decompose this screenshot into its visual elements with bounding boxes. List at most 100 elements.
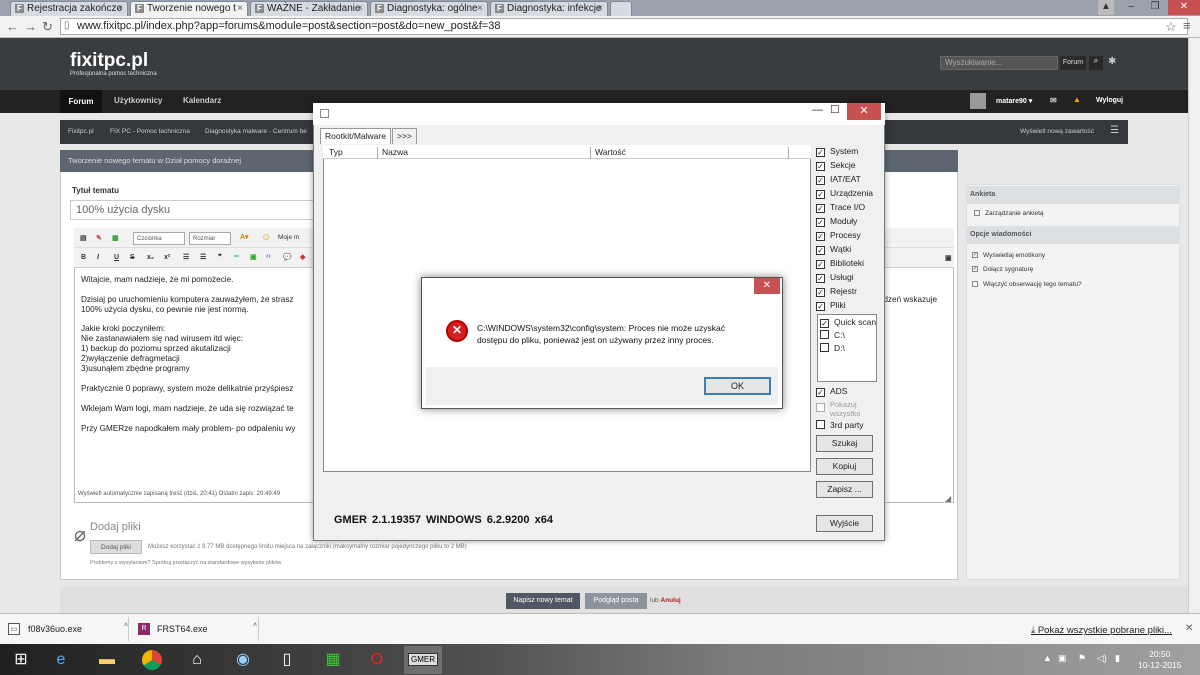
cancel-link[interactable]: Anuluj	[661, 597, 681, 604]
checkbox-checked[interactable]: ✓	[816, 218, 825, 227]
mail-icon[interactable]: ✉	[1050, 96, 1057, 105]
close-tab-icon[interactable]: ×	[117, 3, 123, 14]
site-logo[interactable]: fixitpc.pl	[70, 50, 148, 72]
checkbox-checked[interactable]: ✓	[816, 162, 825, 171]
code-icon[interactable]: ‹›	[266, 253, 271, 260]
subscript-icon[interactable]: x₂	[147, 254, 154, 261]
menu-icon[interactable]: ≡	[1183, 18, 1191, 33]
checkbox-checked[interactable]: ✓	[972, 266, 978, 273]
topic-title-input[interactable]: 100% użycia dysku	[70, 200, 320, 220]
maximize-button[interactable]: ☐	[830, 103, 840, 116]
check-libraries[interactable]: ✓ Biblioteki	[816, 258, 864, 269]
chevron-up-icon[interactable]: ˄	[124, 622, 128, 629]
browser-tab[interactable]: F Diagnostyka: infekcje ×	[490, 1, 608, 16]
column-value[interactable]: Wartość	[591, 147, 789, 159]
close-tab-icon[interactable]: ×	[477, 3, 483, 14]
check-ads[interactable]: ✓ ADS	[816, 386, 847, 397]
checkbox[interactable]	[816, 420, 825, 429]
windows-start-icon[interactable]: ⊞	[2, 646, 40, 674]
browser-tab-active[interactable]: F Tworzenie nowego t ×	[130, 1, 248, 16]
browser-tab[interactable]: F Diagnostyka: ogólne ×	[370, 1, 488, 16]
checkbox-checked[interactable]: ✓	[816, 204, 825, 213]
taskbar-clock[interactable]: 20:50 10-12-2015	[1138, 649, 1181, 671]
bullet-list-icon[interactable]: ☰	[183, 253, 189, 261]
search-scope-button[interactable]: Forum	[1060, 56, 1086, 70]
checkbox-checked[interactable]: ✓	[816, 246, 825, 255]
bold-icon[interactable]: B	[81, 254, 86, 261]
attach-button[interactable]: Dodaj pliki	[90, 540, 142, 554]
italic-icon[interactable]: I	[97, 254, 99, 261]
breadcrumb-item[interactable]: Diagnostyka malware - Centrum be	[205, 128, 307, 135]
checkbox[interactable]	[820, 330, 829, 339]
check-iat-eat[interactable]: ✓ IAT/EAT	[816, 174, 861, 185]
emoticon-icon[interactable]: ☺	[261, 232, 271, 243]
checkbox-checked[interactable]: ✓	[972, 252, 978, 259]
save-button[interactable]: Zapisz ...	[816, 481, 873, 498]
tab-rootkit-malware[interactable]: Rootkit/Malware	[320, 128, 391, 144]
checkbox-checked[interactable]: ✓	[820, 319, 829, 328]
autosave-link[interactable]: Wyświetl automatycznie zapisaną treść (d…	[78, 491, 280, 497]
maximize-button[interactable]: ❐	[1144, 0, 1166, 15]
close-button[interactable]: ✕	[754, 278, 780, 294]
checkbox-checked[interactable]: ✓	[816, 302, 825, 311]
attach-problem-link[interactable]: Problemy z wysyłaniem? Spróbuj przełączy…	[90, 560, 281, 566]
underline-icon[interactable]: U	[114, 254, 119, 261]
flag-icon[interactable]: ⚑	[1078, 653, 1086, 664]
submit-topic-button[interactable]: Napisz nowy temat	[506, 593, 580, 609]
ok-button[interactable]: OK	[704, 377, 771, 395]
check-modules[interactable]: ✓ Moduły	[816, 216, 857, 227]
close-tab-icon[interactable]: ×	[597, 3, 603, 14]
strike-icon[interactable]: S	[130, 254, 135, 261]
check-trace-io[interactable]: ✓ Trace I/O	[816, 202, 865, 213]
checkbox-checked[interactable]: ✓	[816, 288, 825, 297]
copy-button[interactable]: Kopiuj	[816, 458, 873, 475]
close-window-button[interactable]: ✕	[1168, 0, 1200, 15]
close-icon[interactable]: ✕	[1185, 623, 1193, 634]
check-processes[interactable]: ✓ Procesy	[816, 230, 861, 241]
nav-users[interactable]: Użytkownicy	[114, 96, 162, 105]
url-input[interactable]: www.fixitpc.pl/index.php?app=forums&modu…	[60, 18, 1188, 35]
network-globe-icon[interactable]: ◉	[224, 646, 262, 674]
text-color-icon[interactable]: A▾	[240, 233, 249, 241]
option-emoticons[interactable]: ✓ Wyświetlaj emotikony	[972, 252, 1045, 259]
checkbox-checked[interactable]: ✓	[816, 260, 825, 269]
collapse-icon[interactable]: ▣	[945, 254, 952, 262]
chrome-icon[interactable]	[133, 646, 171, 674]
logout-link[interactable]: Wyloguj	[1096, 97, 1123, 104]
new-tab-button[interactable]	[610, 1, 632, 16]
check-sections[interactable]: ✓ Sekcje	[816, 160, 856, 171]
option-follow[interactable]: Włączyć obserwację tego tematu?	[972, 281, 1082, 288]
action-center-icon[interactable]: ▣	[1058, 653, 1067, 664]
check-threads[interactable]: ✓ Wątki	[816, 244, 851, 255]
nav-calendar[interactable]: Kalendarz	[183, 96, 221, 105]
tray-expand-icon[interactable]: ▲	[1043, 653, 1052, 663]
file-explorer-icon[interactable]: ▬	[88, 646, 126, 674]
avatar[interactable]	[970, 93, 986, 109]
check-quick-scan[interactable]: ✓ Quick scan	[820, 317, 876, 328]
search-icon[interactable]: ⌕	[1089, 56, 1103, 70]
breadcrumb-item[interactable]: Fixitpc.pl	[68, 128, 94, 135]
internet-explorer-icon[interactable]: e	[42, 646, 80, 674]
notification-icon[interactable]: ▲	[1073, 95, 1081, 104]
check-drive-c[interactable]: C:\	[820, 330, 845, 340]
check-devices[interactable]: ✓ Urządzenia	[816, 188, 873, 199]
check-registry[interactable]: ✓ Rejestr	[816, 286, 857, 297]
close-tab-icon[interactable]: ×	[237, 3, 243, 14]
store-icon[interactable]: ▦	[314, 646, 352, 674]
home-icon[interactable]: ⌂	[178, 646, 216, 674]
gear-icon[interactable]: ✱	[1108, 56, 1116, 67]
chevron-up-icon[interactable]: ˄	[253, 622, 257, 629]
nav-forum[interactable]: Forum	[60, 90, 102, 113]
download-item[interactable]: FRST64.exe	[133, 617, 259, 641]
network-icon[interactable]: ▮	[1115, 653, 1120, 664]
bookmark-star-icon[interactable]: ☆	[1165, 19, 1177, 35]
checkbox-checked[interactable]: ✓	[816, 232, 825, 241]
user-icon[interactable]: ▲	[1098, 0, 1114, 15]
user-menu[interactable]: matare90 ▾	[996, 97, 1032, 105]
close-tab-icon[interactable]: ×	[357, 3, 363, 14]
superscript-icon[interactable]: x²	[164, 254, 170, 261]
gmer-titlebar[interactable]	[313, 103, 885, 125]
volume-icon[interactable]: ◁)	[1097, 653, 1107, 664]
document-icon[interactable]: ▯	[268, 646, 306, 674]
option-signature[interactable]: ✓ Dołącz sygnaturę	[972, 266, 1033, 273]
